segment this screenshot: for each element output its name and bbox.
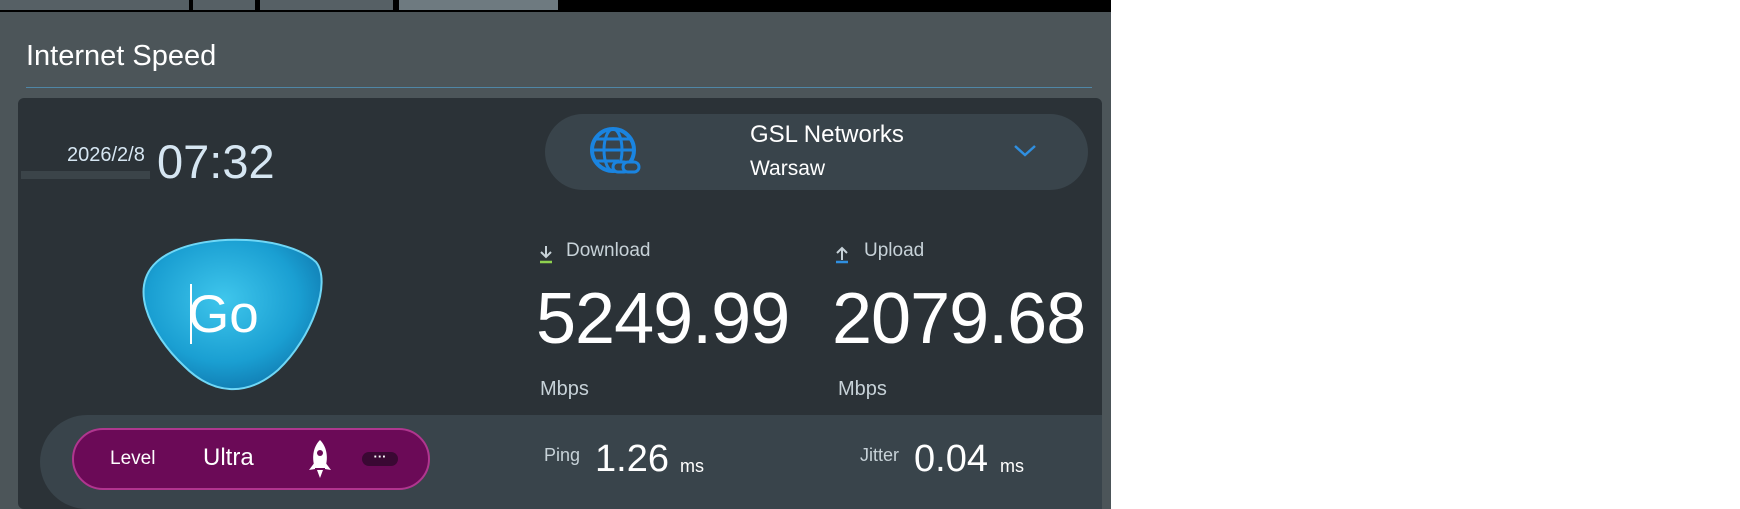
- upload-unit: Mbps: [838, 378, 887, 400]
- level-value: Ultra: [203, 444, 254, 471]
- date-underline: [21, 171, 150, 179]
- jitter-unit: ms: [1000, 456, 1024, 476]
- go-label: Go: [188, 285, 259, 344]
- server-city: Warsaw: [750, 157, 826, 180]
- globe-link-icon: [590, 127, 641, 174]
- jitter-label: Jitter: [860, 445, 900, 465]
- title-divider: [26, 87, 1092, 88]
- tab[interactable]: [0, 0, 189, 10]
- more-options-button[interactable]: ···: [362, 450, 398, 466]
- jitter-value: 0.04: [914, 438, 988, 480]
- ping-unit: ms: [680, 456, 704, 476]
- download-label: Download: [566, 240, 651, 261]
- level-selector[interactable]: Level Ultra ···: [72, 428, 430, 490]
- download-unit: Mbps: [540, 378, 589, 400]
- upload-value: 2079.68: [832, 279, 1086, 359]
- speed-test-panel: Internet Speed 2026/2/8 07:32 GSL Networ…: [0, 0, 1111, 509]
- chevron-down-icon[interactable]: [1012, 140, 1038, 160]
- tab-active[interactable]: [399, 0, 558, 10]
- ping-value: 1.26: [595, 438, 669, 480]
- go-button[interactable]: Go: [128, 234, 324, 392]
- upload-arrow-icon: [836, 246, 848, 264]
- tab[interactable]: [193, 0, 255, 10]
- rocket-icon: [309, 440, 331, 478]
- download-arrow-icon: [540, 246, 552, 264]
- download-value: 5249.99: [536, 279, 790, 359]
- page-title: Internet Speed: [26, 40, 217, 72]
- level-label: Level: [110, 448, 156, 469]
- server-selector[interactable]: GSL Networks Warsaw: [545, 114, 1088, 190]
- server-name: GSL Networks: [750, 121, 904, 148]
- tab[interactable]: [260, 0, 393, 10]
- test-date: 2026/2/8: [67, 144, 145, 166]
- upload-label: Upload: [864, 240, 925, 261]
- ping-label: Ping: [544, 445, 581, 465]
- top-tab-strip: [0, 0, 1111, 12]
- test-time: 07:32: [157, 135, 275, 188]
